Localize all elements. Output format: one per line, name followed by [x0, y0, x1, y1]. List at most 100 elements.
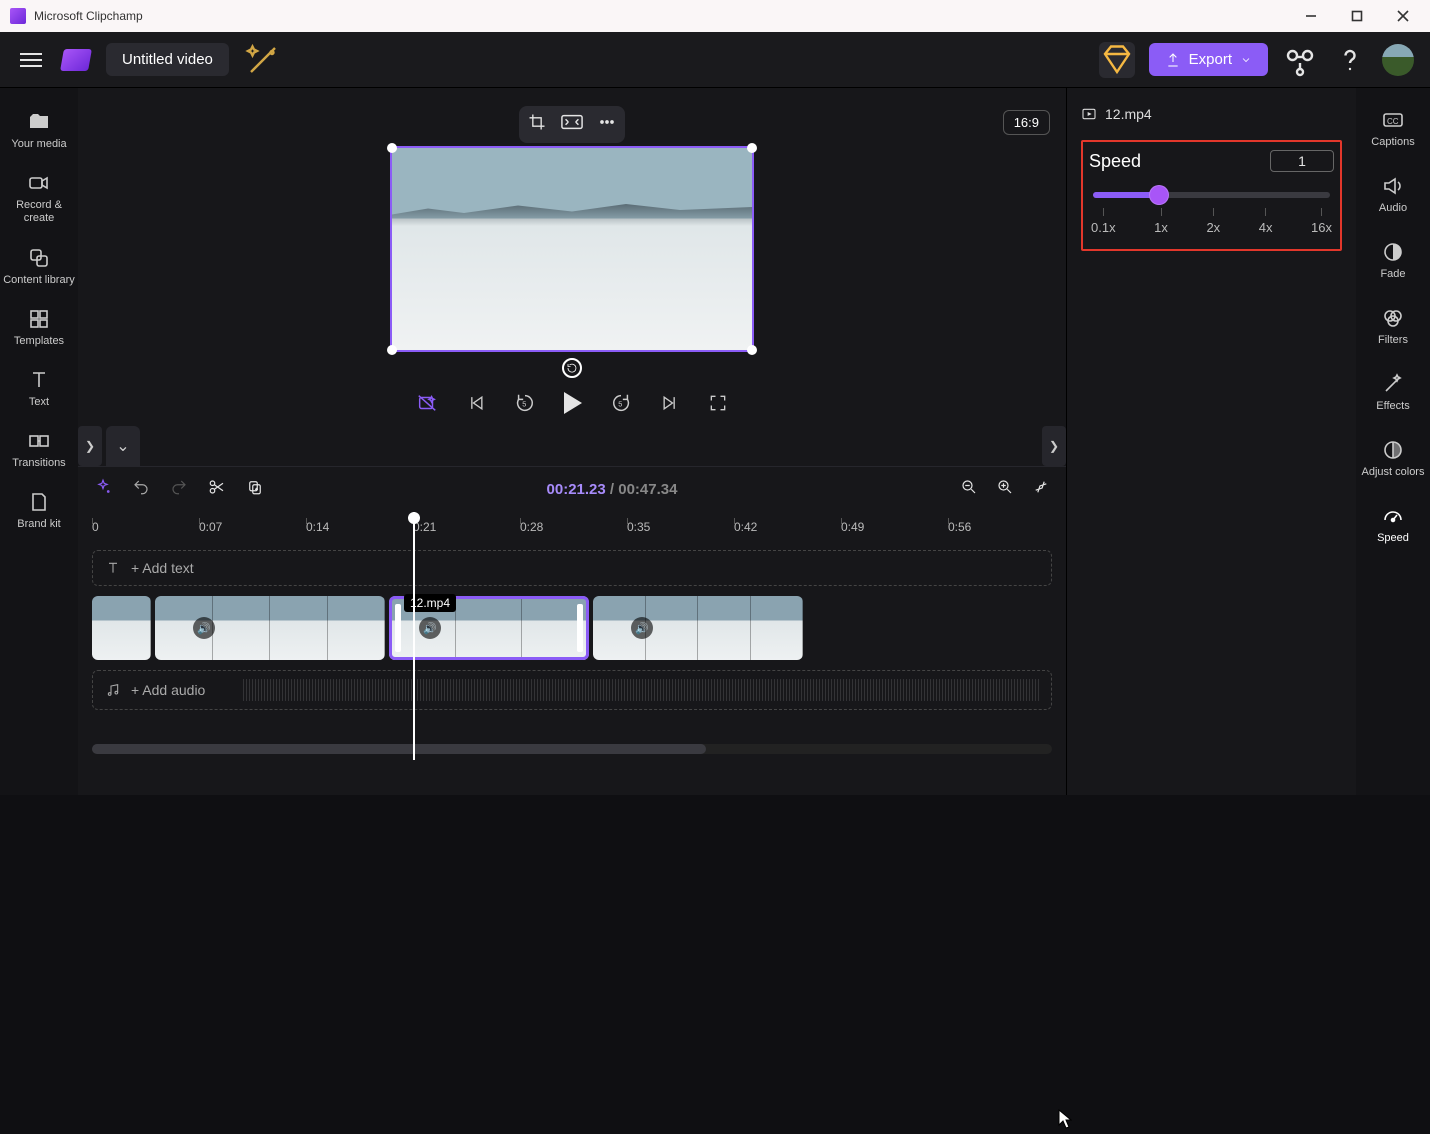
sidebar-your-media[interactable]: Your media — [0, 104, 78, 157]
playback-controls: 5 5 — [416, 386, 728, 424]
window-title: Microsoft Clipchamp — [34, 9, 143, 23]
fade-icon — [1381, 240, 1405, 264]
more-icon[interactable] — [597, 112, 617, 137]
resize-handle[interactable] — [387, 143, 397, 153]
panel-collapse-right[interactable]: ❯ — [1042, 426, 1066, 466]
video-clip[interactable]: 🔊 — [593, 596, 803, 660]
clipchamp-logo — [60, 49, 92, 71]
sound-icon: 🔊 — [419, 617, 441, 639]
maximize-button[interactable] — [1334, 0, 1380, 32]
sidebar-templates[interactable]: Templates — [0, 301, 78, 354]
project-title[interactable]: Untitled video — [106, 43, 229, 76]
skip-start-icon[interactable] — [466, 393, 486, 413]
panel-tab-chevron[interactable]: ⌄ — [106, 426, 140, 466]
zoom-fit-icon[interactable] — [1032, 478, 1050, 501]
timeline-scrollbar[interactable] — [92, 744, 1052, 754]
svg-text:CC: CC — [1387, 117, 1399, 126]
trim-handle-left[interactable] — [395, 604, 401, 652]
sidebar-record-create[interactable]: Record & create — [0, 165, 78, 231]
sound-icon: 🔊 — [193, 617, 215, 639]
export-button[interactable]: Export — [1149, 43, 1268, 76]
clip-label: 12.mp4 — [404, 594, 456, 612]
user-avatar[interactable] — [1382, 44, 1414, 76]
resize-handle[interactable] — [387, 345, 397, 355]
preview-toolbar — [519, 106, 625, 143]
center-column: 16:9 5 5 ❯ ⌄ ❯ — [78, 88, 1066, 795]
skip-end-icon[interactable] — [660, 393, 680, 413]
sound-icon: 🔊 — [631, 617, 653, 639]
aspect-ratio[interactable]: 16:9 — [1003, 110, 1050, 135]
window-titlebar: Microsoft Clipchamp — [0, 0, 1430, 32]
crop-icon[interactable] — [527, 112, 547, 137]
ai-sparkle-icon[interactable] — [94, 478, 112, 501]
rotate-handle[interactable] — [562, 358, 582, 378]
video-clip[interactable] — [92, 596, 151, 660]
play-button[interactable] — [564, 392, 582, 414]
ai-sparkle-icon[interactable] — [245, 42, 281, 78]
close-button[interactable] — [1380, 0, 1426, 32]
forward5-icon[interactable]: 5 — [610, 392, 632, 414]
prop-effects[interactable]: Effects — [1356, 368, 1430, 416]
brandkit-icon — [27, 490, 51, 514]
playhead[interactable] — [413, 512, 415, 760]
prop-audio[interactable]: Audio — [1356, 170, 1430, 218]
minimize-button[interactable] — [1288, 0, 1334, 32]
transitions-icon — [27, 429, 51, 453]
svg-text:5: 5 — [522, 400, 526, 409]
redo-icon[interactable] — [170, 478, 188, 501]
slider-knob[interactable] — [1149, 185, 1169, 205]
filters-icon — [1381, 306, 1405, 330]
zoom-in-icon[interactable] — [996, 478, 1014, 501]
ai-enhance-icon[interactable] — [416, 392, 438, 414]
video-file-icon — [1081, 106, 1097, 122]
sidebar-text[interactable]: Text — [0, 362, 78, 415]
zoom-out-icon[interactable] — [960, 478, 978, 501]
selected-file-name: 12.mp4 — [1105, 106, 1152, 122]
add-text-track[interactable]: + Add text — [92, 550, 1052, 586]
speed-control-panel: Speed 1 0.1x 1x 2x 4x 16x — [1081, 140, 1342, 251]
add-audio-track[interactable]: + Add audio — [92, 670, 1052, 710]
speed-value-input[interactable]: 1 — [1270, 150, 1334, 172]
timecode: 00:21.23 / 00:47.34 — [547, 481, 678, 498]
trim-handle-right[interactable] — [577, 604, 583, 652]
fullscreen-icon[interactable] — [708, 393, 728, 413]
video-track: 🔊 🔊 🔊 — [92, 596, 1052, 660]
speaker-icon — [1381, 174, 1405, 198]
undo-icon[interactable] — [132, 478, 150, 501]
sidebar-transitions[interactable]: Transitions — [0, 423, 78, 476]
timeline-toolbar: 00:21.23 / 00:47.34 — [78, 466, 1066, 512]
preview-area: 16:9 5 5 — [78, 88, 1066, 428]
prop-fade[interactable]: Fade — [1356, 236, 1430, 284]
resize-handle[interactable] — [747, 345, 757, 355]
prop-captions[interactable]: CC Captions — [1356, 104, 1430, 152]
timeline-ruler[interactable]: 0 0:07 0:14 0:21 0:28 0:35 0:42 0:49 0:5… — [78, 512, 1066, 542]
right-sidebar: CC Captions Audio Fade Filters Effects A… — [1356, 88, 1430, 795]
prop-adjust-colors[interactable]: Adjust colors — [1356, 434, 1430, 482]
prop-filters[interactable]: Filters — [1356, 302, 1430, 350]
text-icon — [105, 560, 121, 576]
speed-slider[interactable] — [1093, 192, 1330, 198]
fit-icon[interactable] — [561, 114, 583, 135]
split-scissors-icon[interactable] — [208, 478, 226, 501]
copy-plus-icon[interactable] — [246, 478, 264, 501]
help-icon[interactable] — [1332, 42, 1368, 78]
export-label: Export — [1189, 51, 1232, 68]
premium-diamond-icon[interactable] — [1099, 42, 1135, 78]
waveform — [243, 679, 1041, 701]
share-icon[interactable] — [1282, 42, 1318, 78]
rewind5-icon[interactable]: 5 — [514, 392, 536, 414]
menu-button[interactable] — [16, 49, 46, 71]
resize-handle[interactable] — [747, 143, 757, 153]
speed-gauge-icon — [1381, 504, 1405, 528]
panel-collapse-left[interactable]: ❯ — [78, 426, 102, 466]
sidebar-brand-kit[interactable]: Brand kit — [0, 484, 78, 537]
sidebar-content-library[interactable]: Content library — [0, 240, 78, 293]
prop-speed[interactable]: Speed — [1356, 500, 1430, 548]
top-toolbar: Untitled video Export — [0, 32, 1430, 88]
timeline-tracks: + Add text 12.mp4 🔊 — [78, 542, 1066, 760]
svg-text:5: 5 — [618, 400, 622, 409]
preview-frame[interactable] — [390, 146, 754, 352]
camera-icon — [27, 171, 51, 195]
speed-label: Speed — [1089, 151, 1141, 172]
video-clip[interactable]: 🔊 — [155, 596, 385, 660]
